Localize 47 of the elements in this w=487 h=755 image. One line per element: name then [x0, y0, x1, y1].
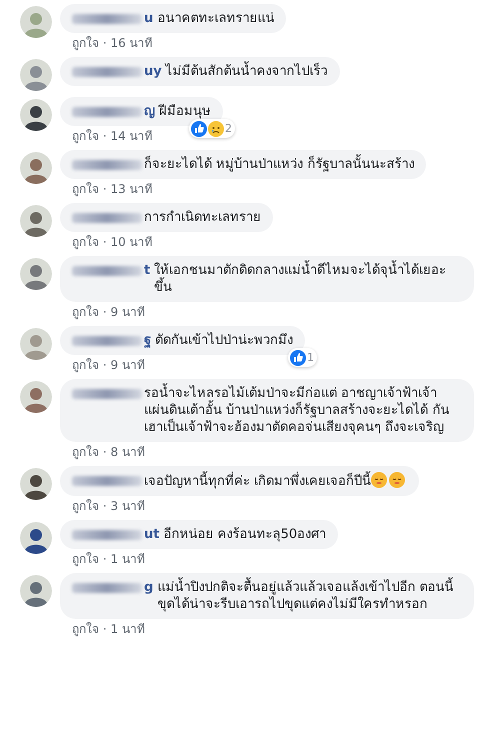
- like-icon: [290, 350, 306, 366]
- comment-meta: ถูกใจ · 10 นาที: [71, 234, 153, 250]
- pensive-face-icon: [371, 472, 388, 488]
- comment-meta: ถูกใจ · 9 นาที: [71, 357, 145, 373]
- comment-meta: ถูกใจ · 1 นาที: [71, 551, 145, 567]
- avatar[interactable]: [20, 99, 52, 131]
- avatar[interactable]: [20, 468, 52, 500]
- commenter-name[interactable]: g: [144, 579, 154, 596]
- comment-meta: ถูกใจ · 9 นาที: [71, 304, 145, 320]
- blurred-name: [72, 266, 142, 276]
- blurred-name: [72, 336, 142, 346]
- avatar[interactable]: [20, 381, 52, 413]
- avatar[interactable]: [20, 205, 52, 237]
- comment-meta: ถูกใจ · 16 นาที: [71, 35, 153, 51]
- comment-meta: ถูกใจ · 1 นาที: [71, 621, 145, 637]
- commenter-name[interactable]: ญ: [144, 103, 155, 120]
- blurred-name: [72, 106, 142, 116]
- reaction-count: 2: [225, 121, 232, 137]
- avatar[interactable]: [20, 152, 52, 184]
- avatar[interactable]: [20, 522, 52, 554]
- avatar[interactable]: [20, 575, 52, 607]
- blurred-name: [72, 582, 142, 592]
- comment-meta: ถูกใจ · 8 นาที: [71, 444, 145, 460]
- sad-face-icon: [208, 120, 224, 136]
- like-icon: [191, 120, 207, 136]
- blurred-name: [72, 388, 142, 398]
- comment-text: อีกหน่อย คงร้อนทะลุ50องศา: [163, 527, 326, 542]
- blurred-name: [72, 530, 142, 540]
- comment-text: อนาคตทะเลทรายแน่: [157, 11, 274, 26]
- commenter-name[interactable]: uy: [144, 63, 162, 80]
- commenter-name[interactable]: t: [144, 262, 150, 279]
- commenter-name[interactable]: u: [144, 10, 154, 27]
- reaction-count: 1: [307, 350, 314, 366]
- commenter-name[interactable]: ut: [144, 526, 160, 543]
- comment-text: ตัดกันเข้าไปป่าน่ะพวกมึง: [155, 333, 293, 348]
- blurred-name: [72, 160, 142, 170]
- comment-text: การกำเนิดทะเลทราย: [144, 210, 261, 225]
- blurred-name: [72, 14, 142, 24]
- blurred-name: [72, 476, 142, 486]
- commenter-name[interactable]: ฐ: [144, 332, 151, 349]
- comment-text: ฝีมือมนุษ: [159, 104, 211, 119]
- blurred-name: [72, 212, 142, 222]
- blurred-name: [72, 66, 142, 76]
- pensive-face-icon: [389, 472, 406, 488]
- comment-meta: ถูกใจ · 13 นาที: [71, 181, 153, 197]
- comment-meta: ถูกใจ · 3 นาที: [71, 498, 145, 514]
- comment-meta: ถูกใจ · 14 นาที: [71, 128, 153, 144]
